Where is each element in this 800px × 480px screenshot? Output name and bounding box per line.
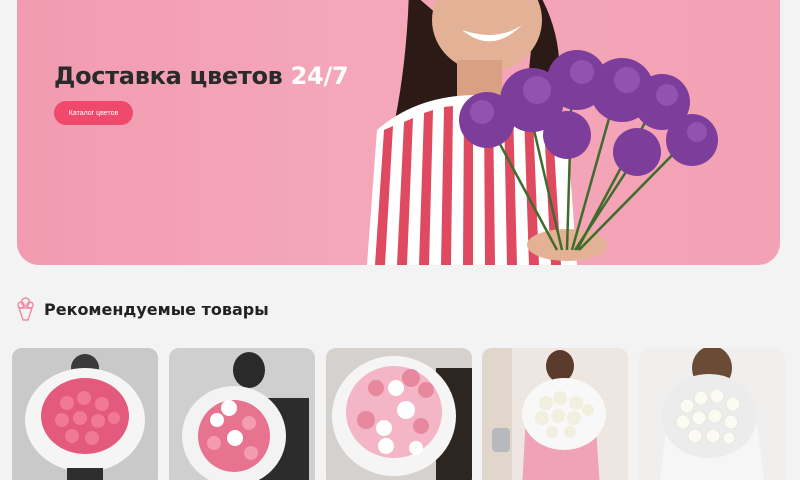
- section-title: Рекомендуемые товары: [44, 299, 269, 319]
- product-card[interactable]: [482, 348, 628, 480]
- hero-woman-flowers-image: [367, 0, 718, 265]
- hero-title: Доставка цветов 24/7: [54, 62, 349, 90]
- catalog-button[interactable]: Каталог цветов: [54, 101, 133, 125]
- product-card[interactable]: [639, 348, 785, 480]
- product-card[interactable]: [169, 348, 315, 480]
- product-list: [0, 348, 800, 480]
- product-card[interactable]: [326, 348, 472, 480]
- recommended-section-header: Рекомендуемые товары: [16, 296, 269, 322]
- product-card[interactable]: [12, 348, 158, 480]
- bouquet-icon: [17, 297, 34, 321]
- hero-title-main: Доставка цветов: [54, 62, 283, 90]
- product-image: [326, 348, 472, 480]
- product-image: [169, 348, 315, 480]
- hero-banner: Доставка цветов 24/7 Каталог цветов: [17, 0, 780, 265]
- product-image: [639, 348, 785, 480]
- product-image: [12, 348, 158, 480]
- product-image: [482, 348, 628, 480]
